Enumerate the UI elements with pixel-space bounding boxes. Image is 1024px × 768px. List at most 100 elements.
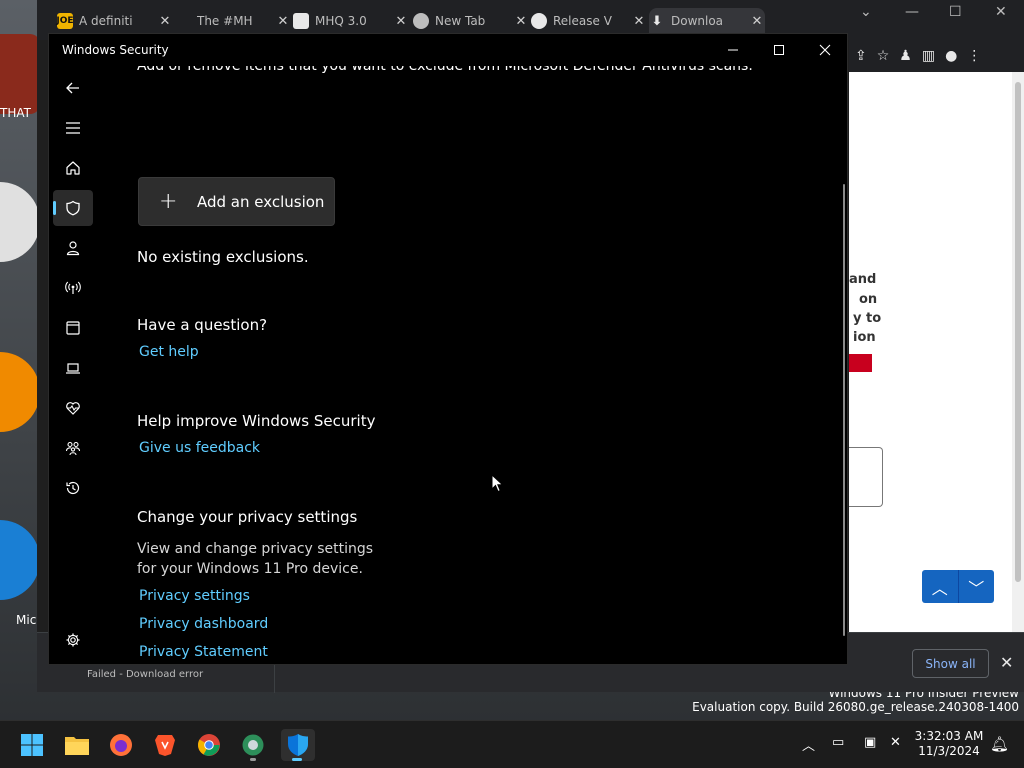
browser-tab-1[interactable]: JOE A definiti ✕ xyxy=(56,8,173,34)
person-icon xyxy=(66,241,80,256)
hamburger-icon xyxy=(66,122,80,134)
browser-scrollbar[interactable] xyxy=(1012,72,1024,632)
browser-tab-label: MHQ 3.0 xyxy=(315,14,367,28)
chrome-icon xyxy=(198,734,220,756)
browser-tab-label: New Tab xyxy=(435,14,486,28)
privacy-statement-link[interactable]: Privacy Statement xyxy=(139,644,268,660)
browser-tab-3[interactable]: MHQ 3.0 ✕ xyxy=(293,8,409,34)
active-indicator xyxy=(292,758,302,761)
nav-virus-protection[interactable] xyxy=(53,190,93,226)
nav-family-options[interactable] xyxy=(53,430,93,466)
back-arrow-icon xyxy=(66,82,79,94)
close-download-bar-icon[interactable]: ✕ xyxy=(1000,653,1013,672)
mouse-pointer-icon xyxy=(491,474,504,493)
close-tab-icon[interactable]: ✕ xyxy=(513,14,529,29)
taskbar-windows-security[interactable] xyxy=(281,729,315,761)
nav-firewall[interactable] xyxy=(53,270,93,306)
hamburger-menu-button[interactable] xyxy=(53,110,93,146)
browser-tab-6[interactable]: ⬇ Downloa ✕ xyxy=(649,8,765,34)
give-feedback-link[interactable]: Give us feedback xyxy=(139,440,260,456)
brave-icon xyxy=(155,735,175,756)
close-button[interactable] xyxy=(802,38,848,62)
download-status: Failed - Download error xyxy=(87,669,204,680)
content-scrollbar[interactable] xyxy=(843,184,845,636)
clock-time: 3:32:03 AM xyxy=(914,729,984,743)
menu-dots-icon[interactable]: ⋮ xyxy=(967,48,981,64)
browser-tab-5[interactable]: Release V ✕ xyxy=(531,8,647,34)
scrollbar-thumb[interactable] xyxy=(1015,82,1021,582)
nav-device-performance[interactable] xyxy=(53,390,93,426)
profile-avatar-icon[interactable]: ● xyxy=(945,48,957,64)
exclusions-description: Add or remove items that you want to exc… xyxy=(137,66,753,74)
close-tab-icon[interactable]: ✕ xyxy=(393,14,409,29)
desktop-icon-1[interactable] xyxy=(0,34,40,114)
desktop-icon-2[interactable] xyxy=(0,182,40,262)
add-exclusion-button[interactable]: + Add an exclusion xyxy=(138,177,335,226)
desktop-icon-edge[interactable] xyxy=(0,520,40,600)
bookmark-star-icon[interactable]: ☆ xyxy=(877,48,890,64)
browser-minimize-icon[interactable]: — xyxy=(905,4,919,20)
download-favicon-icon: ⬇ xyxy=(651,13,663,29)
taskbar-clock[interactable]: 3:32:03 AM 11/3/2024 xyxy=(914,729,984,759)
desktop-icon-3[interactable] xyxy=(0,352,40,432)
nav-home[interactable] xyxy=(53,150,93,186)
share-icon[interactable]: ⇪ xyxy=(855,48,867,64)
folder-icon xyxy=(65,737,89,755)
nav-app-browser-control[interactable] xyxy=(53,310,93,346)
improve-heading: Help improve Windows Security xyxy=(137,412,376,430)
laptop-icon xyxy=(66,363,80,374)
page-input-box[interactable] xyxy=(849,447,883,507)
main-content: Add or remove items that you want to exc… xyxy=(137,66,837,666)
chevron-up-icon[interactable]: ︿ xyxy=(922,570,959,603)
show-hidden-icons-chevron-up-icon[interactable]: ︿ xyxy=(802,735,815,754)
navigation-rail xyxy=(49,66,97,666)
back-button[interactable] xyxy=(53,70,93,106)
show-all-button[interactable]: Show all xyxy=(912,649,989,678)
display-icon[interactable]: ▣ xyxy=(864,735,876,750)
privacy-settings-link[interactable]: Privacy settings xyxy=(139,588,250,604)
volume-muted-icon[interactable]: ✕ xyxy=(890,735,901,750)
page-text: on xyxy=(859,292,878,307)
get-help-link[interactable]: Get help xyxy=(139,344,199,360)
nav-settings[interactable] xyxy=(53,622,93,658)
browser-globe-icon xyxy=(242,734,264,756)
taskbar-chrome[interactable] xyxy=(193,729,225,761)
github-favicon-icon xyxy=(531,13,547,29)
network-offline-icon[interactable]: ▭ xyxy=(832,735,844,750)
close-tab-icon[interactable]: ✕ xyxy=(749,14,765,29)
maximize-button[interactable] xyxy=(756,38,802,62)
shield-icon xyxy=(66,200,80,216)
close-tab-icon[interactable]: ✕ xyxy=(275,14,291,29)
antenna-icon xyxy=(65,281,81,294)
page-red-button[interactable] xyxy=(849,354,872,372)
browser-maximize-icon[interactable]: ☐ xyxy=(949,4,962,20)
extension-icon[interactable]: ♟ xyxy=(899,48,912,64)
notification-bell-icon[interactable]: 🔔︎ xyxy=(990,735,1009,753)
browser-tab-label: A definiti xyxy=(79,14,133,28)
close-tab-icon[interactable]: ✕ xyxy=(157,14,173,29)
tab-search-icon[interactable]: ⌄ xyxy=(860,4,872,20)
nav-device-security[interactable] xyxy=(53,350,93,386)
windows-logo-icon xyxy=(21,734,43,756)
taskbar-brave[interactable] xyxy=(149,729,181,761)
minimize-button[interactable] xyxy=(710,38,756,62)
browser-tab-4[interactable]: New Tab ✕ xyxy=(413,8,529,34)
taskbar-file-explorer[interactable] xyxy=(61,729,93,761)
browser-page: and on y to ion ︿ ﹀ xyxy=(849,72,1024,632)
browser-tab-2[interactable]: The #MH ✕ xyxy=(175,8,291,34)
chevron-down-icon[interactable]: ﹀ xyxy=(959,570,995,603)
taskbar-edge-chromium[interactable] xyxy=(237,729,269,761)
start-button[interactable] xyxy=(16,729,48,761)
sidebar-icon[interactable]: ▥ xyxy=(922,48,935,64)
browser-close-icon[interactable]: ✕ xyxy=(995,4,1007,20)
nav-protection-history[interactable] xyxy=(53,470,93,506)
browser-toolbar: ⇪ ☆ ♟ ▥ ● ⋮ xyxy=(849,40,1024,72)
taskbar-firefox[interactable] xyxy=(105,729,137,761)
minimize-icon xyxy=(728,49,738,51)
page-text: and xyxy=(849,272,877,287)
nav-account-protection[interactable] xyxy=(53,230,93,266)
close-tab-icon[interactable]: ✕ xyxy=(631,14,647,29)
clock-date: 11/3/2024 xyxy=(918,744,980,758)
privacy-dashboard-link[interactable]: Privacy dashboard xyxy=(139,616,268,632)
windows-security-window: Windows Security Add or remove items tha… xyxy=(48,33,848,665)
